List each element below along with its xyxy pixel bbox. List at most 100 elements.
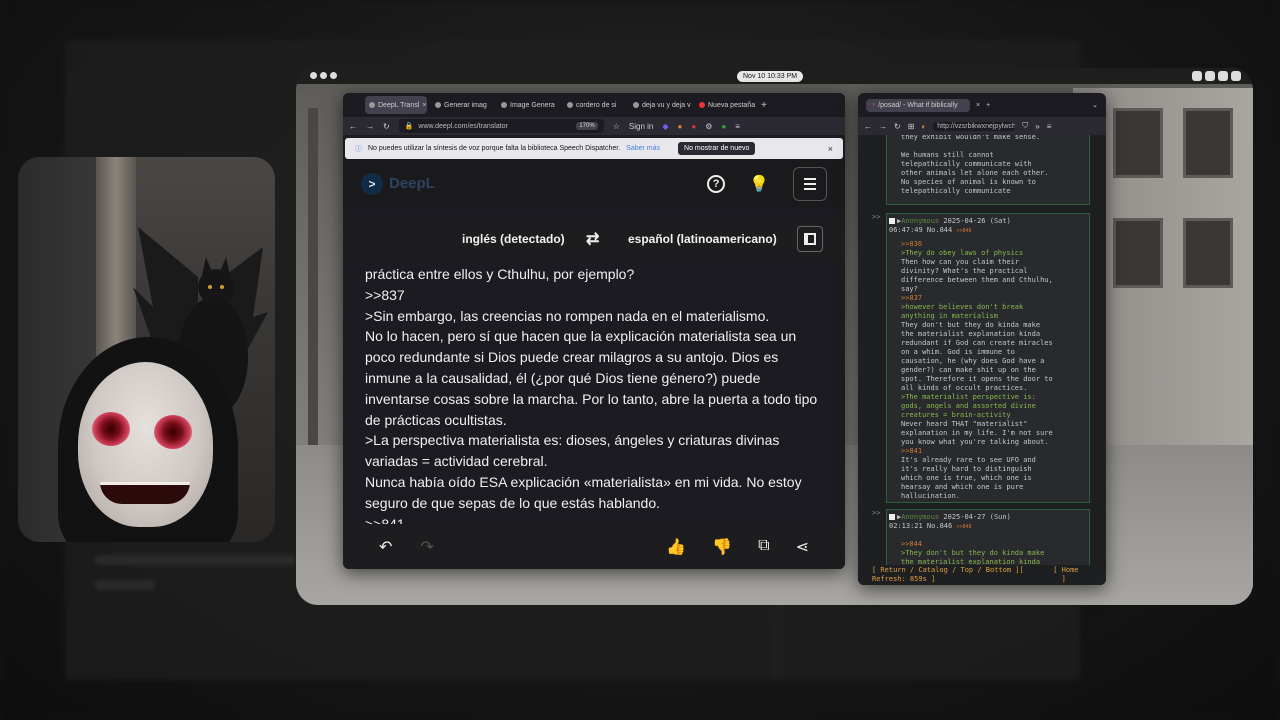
new-tab-plus-icon[interactable]: +: [986, 102, 990, 109]
backlink[interactable]: >>848: [956, 524, 971, 530]
background-text: [95, 580, 155, 590]
url-text: www.deepl.com/es/translator: [418, 122, 508, 130]
hamburger-menu-icon[interactable]: ≡: [735, 122, 740, 131]
tab-list-chevron-icon[interactable]: ⌄: [1092, 101, 1098, 109]
close-icon[interactable]: ×: [976, 102, 980, 109]
greentext: >The materialist perspective is: gods, a…: [901, 393, 1036, 419]
share-icon[interactable]: ⋖: [796, 537, 809, 557]
lightbulb-icon[interactable]: 💡: [749, 174, 769, 194]
notice-text: No puedes utilizar la síntesis de voz po…: [368, 145, 621, 152]
url-bar[interactable]: http://vzsrbikwxnejpylwch: [933, 121, 1016, 131]
thumbs-up-icon[interactable]: 👍: [666, 537, 686, 557]
post-checkbox[interactable]: [889, 218, 895, 224]
wallpaper-window: [1113, 108, 1163, 178]
toggle-panel-icon[interactable]: [797, 226, 823, 252]
wallpaper-window: [1183, 108, 1233, 178]
source-language-select[interactable]: inglés (detectado): [462, 232, 565, 246]
hamburger-menu-icon[interactable]: ≡: [1047, 122, 1052, 131]
thread-nav-links[interactable]: [ Return / Catalog / Top / Bottom ][ [ H…: [872, 566, 1092, 584]
favicon-icon: [567, 102, 573, 108]
quote-link[interactable]: >>837: [901, 294, 1085, 303]
greentext: >They do obey laws of physics: [901, 249, 1024, 257]
tab-nueva-pestana[interactable]: Nueva pestaña: [695, 96, 757, 114]
poster-name: Anonymous: [901, 513, 940, 521]
target-language-select[interactable]: español (latinoamericano): [628, 232, 777, 246]
forward-arrow-icon[interactable]: →: [366, 122, 374, 131]
favicon-icon: [633, 102, 639, 108]
learn-more-link[interactable]: Saber más: [626, 145, 660, 152]
back-arrow-icon[interactable]: ←: [864, 122, 872, 131]
system-tray[interactable]: [1192, 71, 1241, 81]
thumbs-down-icon[interactable]: 👎: [712, 537, 732, 557]
tab-strip: DeepL Transl × Generar imag Image Genera …: [343, 93, 845, 117]
dont-show-again-button[interactable]: No mostrar de nuevo: [678, 142, 756, 155]
deepl-logo-text: DeepL: [389, 175, 435, 192]
undo-icon[interactable]: ↶: [379, 537, 392, 557]
output-line: >>837: [365, 286, 405, 303]
favicon-icon: [435, 102, 441, 108]
tab-label: /posad/ - What if biblically: [878, 101, 958, 109]
post-date: 2025-04-26 (Sat): [943, 217, 1011, 225]
webcam-overlay: [18, 157, 275, 542]
extension-icon[interactable]: ⚙: [705, 122, 712, 131]
reload-icon[interactable]: ↻: [894, 122, 901, 131]
translation-output[interactable]: práctica entre ellos y Cthulhu, por ejem…: [365, 264, 827, 524]
tab-image-generator[interactable]: Image Genera: [497, 96, 559, 114]
post-fragment: they exhibit wouldn't make sense. We hum…: [886, 135, 1090, 205]
tab-label: Image Genera: [510, 101, 555, 109]
extension-icon[interactable]: ●: [678, 122, 683, 131]
tab-strip: ♆ /posad/ - What if biblically × + ⌄: [858, 93, 1106, 117]
reply-arrow-icon: >>: [872, 213, 881, 221]
tab-label: cordero de si: [576, 101, 617, 109]
close-icon[interactable]: ×: [422, 102, 426, 109]
deepl-header: > DeepL ? 💡: [343, 159, 845, 208]
post-number[interactable]: 06:47:49 No.844: [889, 226, 952, 234]
language-bar: inglés (detectado) ⇄ español (latinoamer…: [343, 216, 845, 262]
tab-posad-thread[interactable]: ♆ /posad/ - What if biblically: [866, 98, 970, 112]
reload-icon[interactable]: ↻: [383, 122, 390, 131]
extension-icon[interactable]: ●: [691, 122, 696, 131]
new-tab-plus-icon[interactable]: +: [761, 100, 767, 111]
shield-icon[interactable]: ⛉: [1022, 121, 1028, 131]
background-text: [95, 555, 295, 565]
back-arrow-icon[interactable]: ←: [349, 122, 357, 131]
tab-deja-vu[interactable]: deja vu y deja v: [629, 96, 691, 114]
backlink[interactable]: >>846: [956, 228, 971, 234]
post-body: they exhibit wouldn't make sense. We hum…: [901, 135, 1049, 195]
mask-mouth: [100, 482, 190, 504]
output-line: No lo hacen, pero sí que hacen que la ex…: [365, 328, 818, 428]
forward-arrow-icon[interactable]: →: [879, 122, 887, 131]
tab-cordero[interactable]: cordero de si: [563, 96, 625, 114]
deepl-logo[interactable]: > DeepL: [361, 172, 435, 195]
swap-languages-icon[interactable]: ⇄: [586, 229, 599, 249]
info-icon: ⓘ: [355, 145, 362, 153]
quote-link[interactable]: >>836: [901, 240, 1085, 249]
poster-name: Anonymous: [901, 217, 940, 225]
close-icon[interactable]: ×: [828, 144, 833, 154]
extension-icon[interactable]: ◆: [662, 122, 668, 131]
help-icon[interactable]: ?: [707, 174, 726, 193]
overflow-chevrons-icon[interactable]: »: [1035, 122, 1039, 131]
url-bar[interactable]: 🔒 www.deepl.com/es/translator 170%: [398, 119, 604, 133]
zoom-level[interactable]: 170%: [576, 122, 598, 130]
bookmark-star-icon[interactable]: ☆: [613, 122, 620, 131]
quote-link[interactable]: >>844: [901, 540, 1085, 549]
menu-button[interactable]: [793, 166, 827, 201]
tab-generar-imagen[interactable]: Generar imag: [431, 96, 493, 114]
workspace-indicator[interactable]: [310, 72, 337, 79]
post-checkbox[interactable]: [889, 514, 895, 520]
post-number[interactable]: 02:13:21 No.846: [889, 522, 952, 530]
extension-icon[interactable]: ●: [721, 122, 726, 131]
site-info-icon[interactable]: ⊞: [908, 122, 915, 131]
post-date: 2025-04-27 (Sun): [943, 513, 1011, 521]
tab-deepl[interactable]: DeepL Transl ×: [365, 96, 427, 114]
thread-view[interactable]: they exhibit wouldn't make sense. We hum…: [858, 135, 1106, 565]
quote-link[interactable]: >>841: [901, 447, 1085, 456]
tab-label: Nueva pestaña: [708, 101, 756, 109]
redo-icon[interactable]: ↷: [420, 537, 433, 557]
copy-icon[interactable]: ⧉: [758, 537, 769, 557]
sign-in-button[interactable]: Sign in: [629, 122, 653, 131]
clock[interactable]: Nov 10 10:33 PM: [737, 71, 804, 82]
tor-circuit-icon[interactable]: ◐: [921, 122, 926, 131]
thread-bottom-nav[interactable]: [ Return / Catalog / Top / Bottom ][ [ H…: [858, 565, 1106, 585]
